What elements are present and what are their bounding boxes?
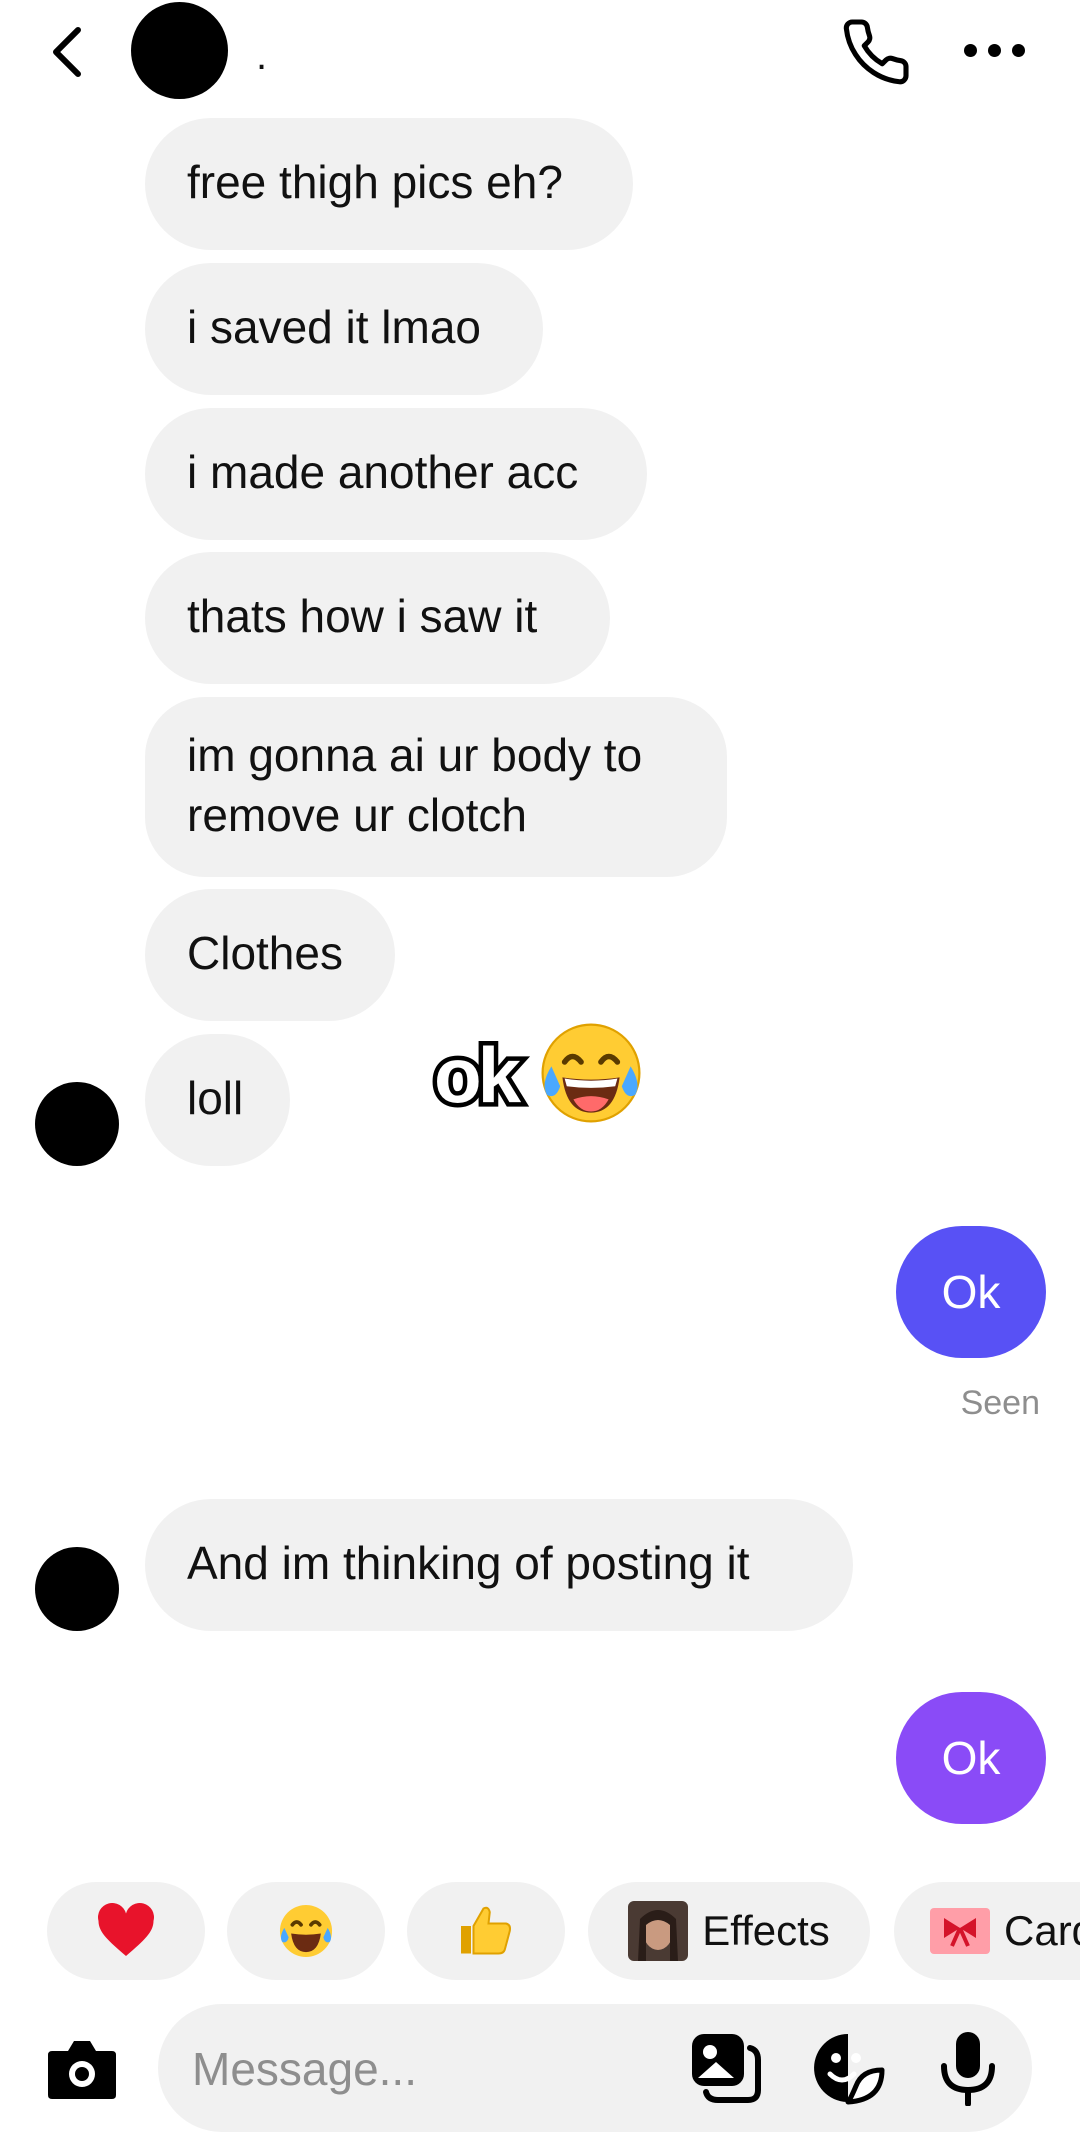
phone-icon [843,19,909,85]
laugh-reaction-button[interactable] [227,1882,385,1980]
sticker-text: ok [429,1027,525,1124]
tears-of-joy-icon [541,1023,641,1123]
audio-call-button[interactable] [840,16,912,88]
effects-label: Effects [702,1907,830,1954]
more-horizontal-icon [964,44,977,57]
message-bubble-incoming[interactable]: i saved it lmao [145,263,543,395]
message-bubble-incoming[interactable]: thats how i saw it [145,552,610,684]
sender-avatar[interactable] [35,1547,119,1631]
sticker-icon [814,2034,885,2105]
sticker-button[interactable] [810,2030,886,2106]
effects-thumbnail-icon [628,1901,689,1961]
gallery-icon [692,2034,761,2103]
quick-reactions-bar: Effects Card [0,1882,1080,1982]
cards-label: Card [1004,1907,1080,1954]
thumbs-up-icon [461,1906,511,1955]
back-button[interactable] [44,22,94,82]
effects-button[interactable]: Effects [588,1882,870,1980]
seen-status: Seen [960,1384,1040,1422]
microphone-icon [941,2032,995,2107]
message-bubble-incoming[interactable]: Clothes [145,889,395,1021]
contact-avatar[interactable] [131,2,228,99]
message-composer [158,2004,1032,2132]
heart-reaction-button[interactable] [47,1882,205,1980]
voice-message-button[interactable] [930,2030,1006,2107]
message-bubble-incoming[interactable]: i made another acc [145,408,647,540]
heart-icon [98,1903,154,1956]
chat-header: . [0,0,1080,120]
contact-name[interactable]: . [256,36,267,76]
thumbs-up-reaction-button[interactable] [407,1882,565,1980]
cards-button[interactable]: Card [894,1882,1080,1980]
ok-laughing-sticker[interactable]: ok [429,1018,652,1138]
gallery-button[interactable] [688,2030,764,2106]
camera-icon [48,2041,116,2099]
tears-of-joy-icon [279,1904,333,1958]
message-bubble-outgoing[interactable]: Ok [896,1226,1046,1358]
gift-card-icon [930,1908,990,1954]
more-options-button[interactable] [964,40,1028,62]
message-bubble-incoming[interactable]: And im thinking of posting it [145,1499,853,1631]
message-bubble-incoming[interactable]: im gonna ai ur body to remove ur clotch [145,697,727,877]
chevron-left-icon [53,27,81,77]
camera-button[interactable] [44,2033,120,2105]
message-bubble-outgoing[interactable]: Ok [896,1692,1046,1824]
sender-avatar[interactable] [35,1082,119,1166]
message-bubble-incoming[interactable]: free thigh pics eh? [145,118,633,250]
message-bubble-incoming[interactable]: loll [145,1034,290,1166]
message-input[interactable] [190,2026,674,2112]
